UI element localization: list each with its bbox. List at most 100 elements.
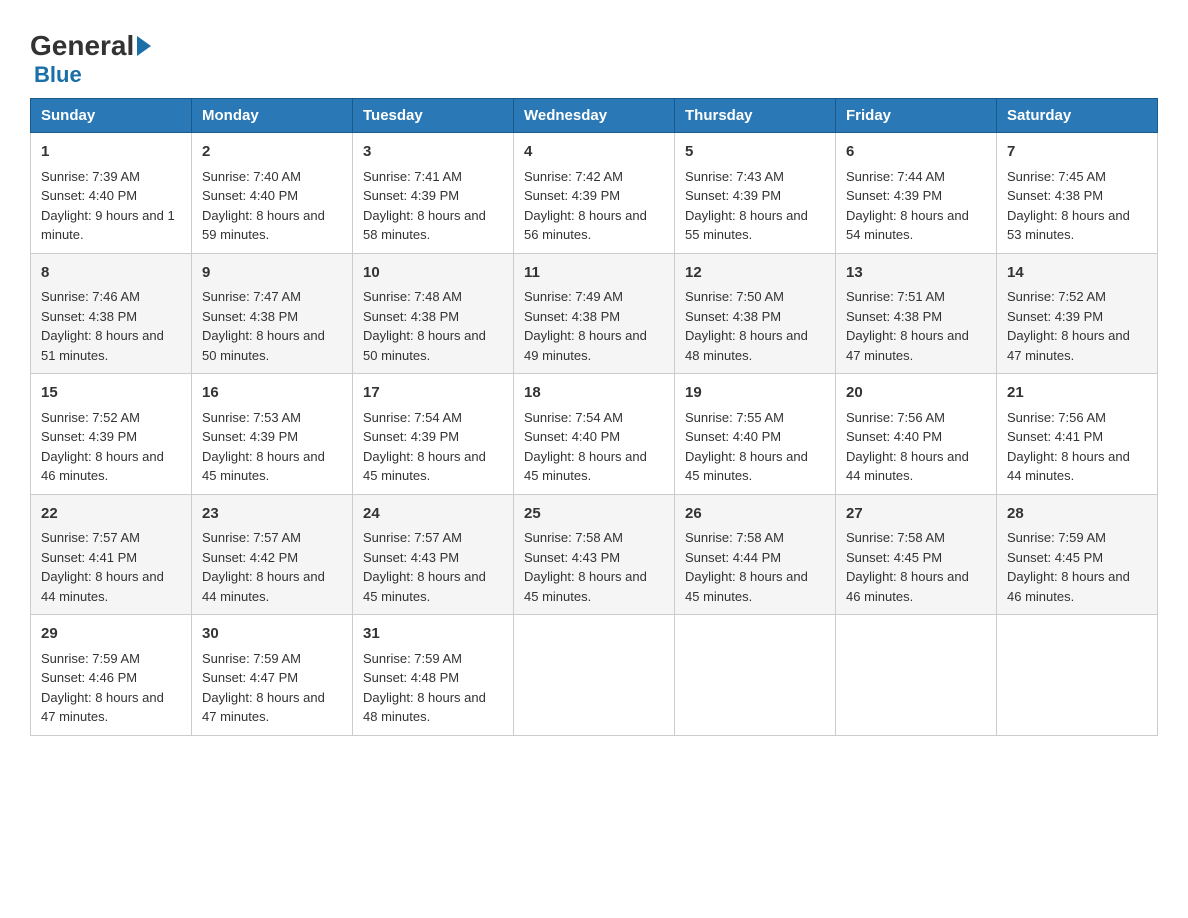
sunrise-text: Sunrise: 7:58 AM [846, 530, 945, 545]
sunrise-text: Sunrise: 7:46 AM [41, 289, 140, 304]
week-row-5: 29Sunrise: 7:59 AMSunset: 4:46 PMDayligh… [31, 615, 1158, 736]
day-cell: 17Sunrise: 7:54 AMSunset: 4:39 PMDayligh… [353, 374, 514, 495]
sunset-text: Sunset: 4:45 PM [846, 550, 942, 565]
day-number: 27 [846, 503, 986, 526]
day-number: 5 [685, 141, 825, 164]
sunset-text: Sunset: 4:47 PM [202, 670, 298, 685]
day-number: 19 [685, 382, 825, 405]
daylight-text: Daylight: 8 hours and 48 minutes. [363, 690, 486, 725]
daylight-text: Daylight: 8 hours and 59 minutes. [202, 208, 325, 243]
sunrise-text: Sunrise: 7:59 AM [1007, 530, 1106, 545]
header-row: SundayMondayTuesdayWednesdayThursdayFrid… [31, 99, 1158, 133]
day-cell: 13Sunrise: 7:51 AMSunset: 4:38 PMDayligh… [836, 253, 997, 374]
sunset-text: Sunset: 4:43 PM [524, 550, 620, 565]
sunrise-text: Sunrise: 7:42 AM [524, 169, 623, 184]
day-cell: 12Sunrise: 7:50 AMSunset: 4:38 PMDayligh… [675, 253, 836, 374]
day-number: 23 [202, 503, 342, 526]
day-cell: 15Sunrise: 7:52 AMSunset: 4:39 PMDayligh… [31, 374, 192, 495]
day-cell [836, 615, 997, 736]
day-cell [514, 615, 675, 736]
sunset-text: Sunset: 4:39 PM [202, 429, 298, 444]
sunset-text: Sunset: 4:39 PM [846, 188, 942, 203]
sunset-text: Sunset: 4:39 PM [41, 429, 137, 444]
day-number: 26 [685, 503, 825, 526]
sunset-text: Sunset: 4:40 PM [202, 188, 298, 203]
day-number: 8 [41, 262, 181, 285]
day-cell: 3Sunrise: 7:41 AMSunset: 4:39 PMDaylight… [353, 133, 514, 254]
sunrise-text: Sunrise: 7:44 AM [846, 169, 945, 184]
day-cell: 28Sunrise: 7:59 AMSunset: 4:45 PMDayligh… [997, 494, 1158, 615]
day-number: 2 [202, 141, 342, 164]
day-cell: 21Sunrise: 7:56 AMSunset: 4:41 PMDayligh… [997, 374, 1158, 495]
sunrise-text: Sunrise: 7:40 AM [202, 169, 301, 184]
day-number: 1 [41, 141, 181, 164]
daylight-text: Daylight: 8 hours and 45 minutes. [524, 449, 647, 484]
day-cell: 30 Sunrise: 7:59 AM Sunset: 4:47 PM Dayligh… [192, 615, 353, 736]
day-number: 17 [363, 382, 503, 405]
day-cell: 25Sunrise: 7:58 AMSunset: 4:43 PMDayligh… [514, 494, 675, 615]
day-number: 18 [524, 382, 664, 405]
daylight-text: Daylight: 8 hours and 45 minutes. [524, 569, 647, 604]
day-number: 30 [202, 623, 342, 646]
daylight-text: Daylight: 8 hours and 47 minutes. [846, 328, 969, 363]
daylight-text: Daylight: 8 hours and 45 minutes. [363, 569, 486, 604]
sunset-text: Sunset: 4:43 PM [363, 550, 459, 565]
column-header-sunday: Sunday [31, 99, 192, 133]
daylight-text: Daylight: 8 hours and 44 minutes. [846, 449, 969, 484]
sunrise-text: Sunrise: 7:43 AM [685, 169, 784, 184]
sunset-text: Sunset: 4:39 PM [1007, 309, 1103, 324]
sunrise-text: Sunrise: 7:59 AM [363, 651, 462, 666]
day-number: 20 [846, 382, 986, 405]
daylight-text: Daylight: 8 hours and 45 minutes. [363, 449, 486, 484]
sunset-text: Sunset: 4:39 PM [524, 188, 620, 203]
day-cell: 22Sunrise: 7:57 AMSunset: 4:41 PMDayligh… [31, 494, 192, 615]
daylight-text: Daylight: 8 hours and 45 minutes. [202, 449, 325, 484]
daylight-text: Daylight: 8 hours and 54 minutes. [846, 208, 969, 243]
day-cell: 20Sunrise: 7:56 AMSunset: 4:40 PMDayligh… [836, 374, 997, 495]
day-number: 16 [202, 382, 342, 405]
logo-blue-text: Blue [30, 62, 82, 88]
sunrise-text: Sunrise: 7:39 AM [41, 169, 140, 184]
sunset-text: Sunset: 4:40 PM [846, 429, 942, 444]
calendar-table: SundayMondayTuesdayWednesdayThursdayFrid… [30, 98, 1158, 736]
sunset-text: Sunset: 4:38 PM [685, 309, 781, 324]
day-cell: 8Sunrise: 7:46 AMSunset: 4:38 PMDaylight… [31, 253, 192, 374]
daylight-text: Daylight: 8 hours and 47 minutes. [41, 690, 164, 725]
daylight-text: Daylight: 8 hours and 47 minutes. [202, 690, 325, 725]
daylight-text: Daylight: 8 hours and 44 minutes. [202, 569, 325, 604]
sunset-text: Sunset: 4:41 PM [41, 550, 137, 565]
sunset-text: Sunset: 4:44 PM [685, 550, 781, 565]
day-cell: 7Sunrise: 7:45 AMSunset: 4:38 PMDaylight… [997, 133, 1158, 254]
daylight-text: Daylight: 8 hours and 46 minutes. [41, 449, 164, 484]
sunrise-text: Sunrise: 7:49 AM [524, 289, 623, 304]
sunset-text: Sunset: 4:38 PM [41, 309, 137, 324]
day-number: 9 [202, 262, 342, 285]
day-cell [997, 615, 1158, 736]
sunset-text: Sunset: 4:40 PM [685, 429, 781, 444]
day-cell: 27Sunrise: 7:58 AMSunset: 4:45 PMDayligh… [836, 494, 997, 615]
daylight-text: Daylight: 8 hours and 50 minutes. [202, 328, 325, 363]
sunset-text: Sunset: 4:46 PM [41, 670, 137, 685]
logo-general: General [30, 30, 151, 62]
logo-general-text: General [30, 30, 134, 62]
day-number: 15 [41, 382, 181, 405]
day-number: 11 [524, 262, 664, 285]
daylight-text: Daylight: 8 hours and 44 minutes. [41, 569, 164, 604]
week-row-4: 22Sunrise: 7:57 AMSunset: 4:41 PMDayligh… [31, 494, 1158, 615]
column-header-thursday: Thursday [675, 99, 836, 133]
daylight-text: Daylight: 8 hours and 45 minutes. [685, 449, 808, 484]
sunrise-text: Sunrise: 7:59 AM [202, 651, 301, 666]
day-number: 3 [363, 141, 503, 164]
daylight-text: Daylight: 8 hours and 48 minutes. [685, 328, 808, 363]
week-row-1: 1 Sunrise: 7:39 AM Sunset: 4:40 PM Daylight… [31, 133, 1158, 254]
daylight-text: Daylight: 8 hours and 47 minutes. [1007, 328, 1130, 363]
column-header-friday: Friday [836, 99, 997, 133]
sunset-text: Sunset: 4:38 PM [363, 309, 459, 324]
logo-arrow-icon [137, 36, 151, 56]
daylight-text: Daylight: 8 hours and 58 minutes. [363, 208, 486, 243]
day-number: 14 [1007, 262, 1147, 285]
day-cell: 9Sunrise: 7:47 AMSunset: 4:38 PMDaylight… [192, 253, 353, 374]
sunrise-text: Sunrise: 7:45 AM [1007, 169, 1106, 184]
page-header: General Blue [30, 20, 1158, 88]
day-cell: 5Sunrise: 7:43 AMSunset: 4:39 PMDaylight… [675, 133, 836, 254]
